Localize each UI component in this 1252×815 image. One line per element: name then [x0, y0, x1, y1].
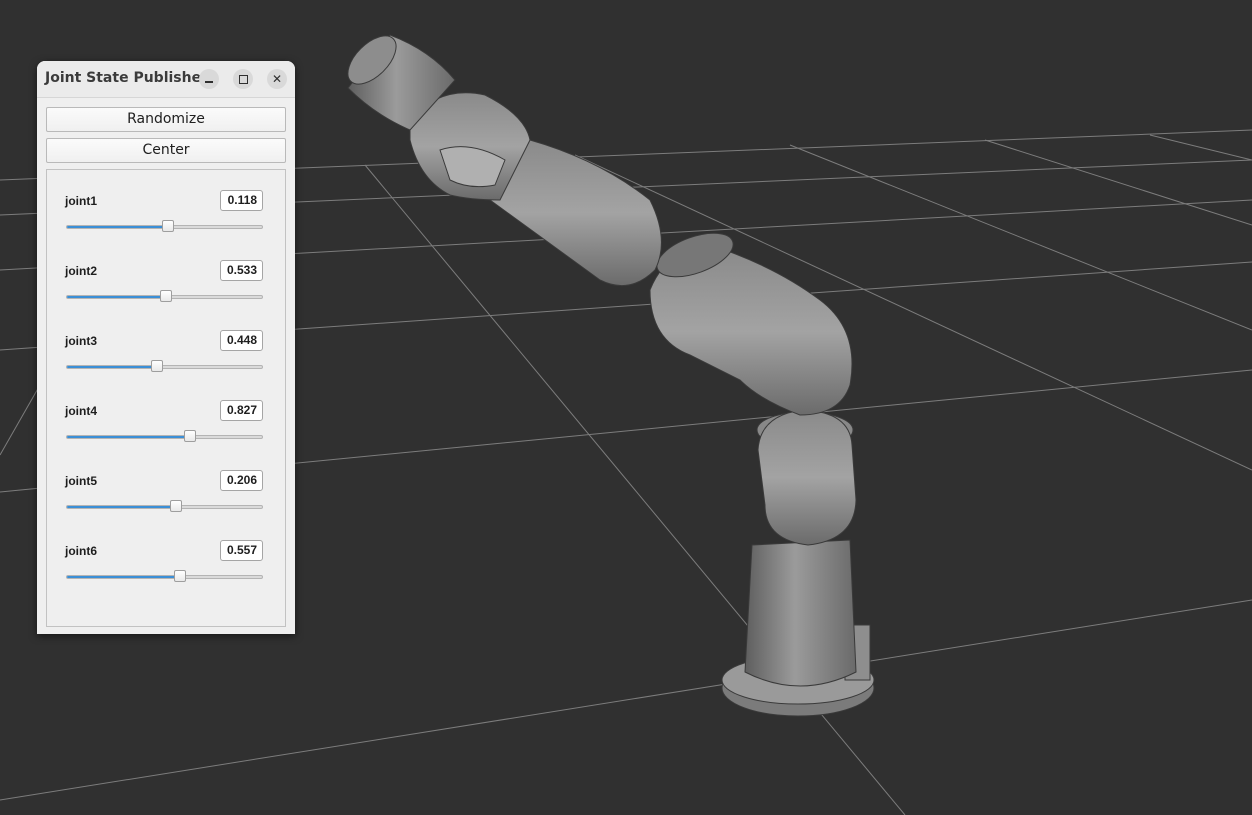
slider-handle[interactable] [160, 290, 173, 302]
joint-label: joint6 [65, 544, 97, 558]
randomize-button[interactable]: Randomize [46, 107, 286, 132]
joint-label: joint4 [65, 404, 97, 418]
joint-sliders-panel: joint1 0.118 joint2 0.533 joint3 0.448 joint4 0… [46, 169, 286, 627]
slider-handle[interactable] [162, 220, 175, 232]
slider-fill [67, 436, 190, 438]
window-title: Joint State Publisher [45, 70, 208, 86]
joint-slider[interactable] [66, 360, 263, 372]
maximize-icon [239, 75, 248, 84]
joint-label: joint1 [65, 194, 97, 208]
joint-value-field[interactable]: 0.448 [220, 330, 263, 351]
close-button[interactable]: ✕ [267, 69, 287, 89]
minimize-button[interactable] [199, 69, 219, 89]
joint-value-field[interactable]: 0.557 [220, 540, 263, 561]
joint-value-field[interactable]: 0.533 [220, 260, 263, 281]
joint-label: joint5 [65, 474, 97, 488]
slider-fill [67, 576, 181, 578]
slider-fill [67, 366, 157, 368]
slider-handle[interactable] [174, 570, 187, 582]
robot-arm-model [347, 34, 875, 717]
joint-label: joint3 [65, 334, 97, 348]
joint-slider[interactable] [66, 500, 263, 512]
maximize-button[interactable] [233, 69, 253, 89]
slider-fill [67, 296, 167, 298]
joint-value-field[interactable]: 0.118 [220, 190, 263, 211]
slider-handle[interactable] [170, 500, 183, 512]
slider-handle[interactable] [150, 360, 163, 372]
joint-value-field[interactable]: 0.206 [220, 470, 263, 491]
slider-fill [67, 506, 177, 508]
joint-slider[interactable] [66, 220, 263, 232]
slider-fill [67, 226, 169, 228]
center-button[interactable]: Center [46, 138, 286, 163]
joint-value-field[interactable]: 0.827 [220, 400, 263, 421]
close-icon: ✕ [271, 72, 283, 86]
joint-state-publisher-window: Joint State Publisher ✕ Randomize Center… [37, 61, 295, 634]
joint-slider[interactable] [66, 430, 263, 442]
joint-slider[interactable] [66, 290, 263, 302]
joint-label: joint2 [65, 264, 97, 278]
minimize-icon [205, 81, 213, 83]
slider-handle[interactable] [183, 430, 196, 442]
window-titlebar[interactable]: Joint State Publisher ✕ [37, 61, 295, 98]
joint-slider[interactable] [66, 570, 263, 582]
